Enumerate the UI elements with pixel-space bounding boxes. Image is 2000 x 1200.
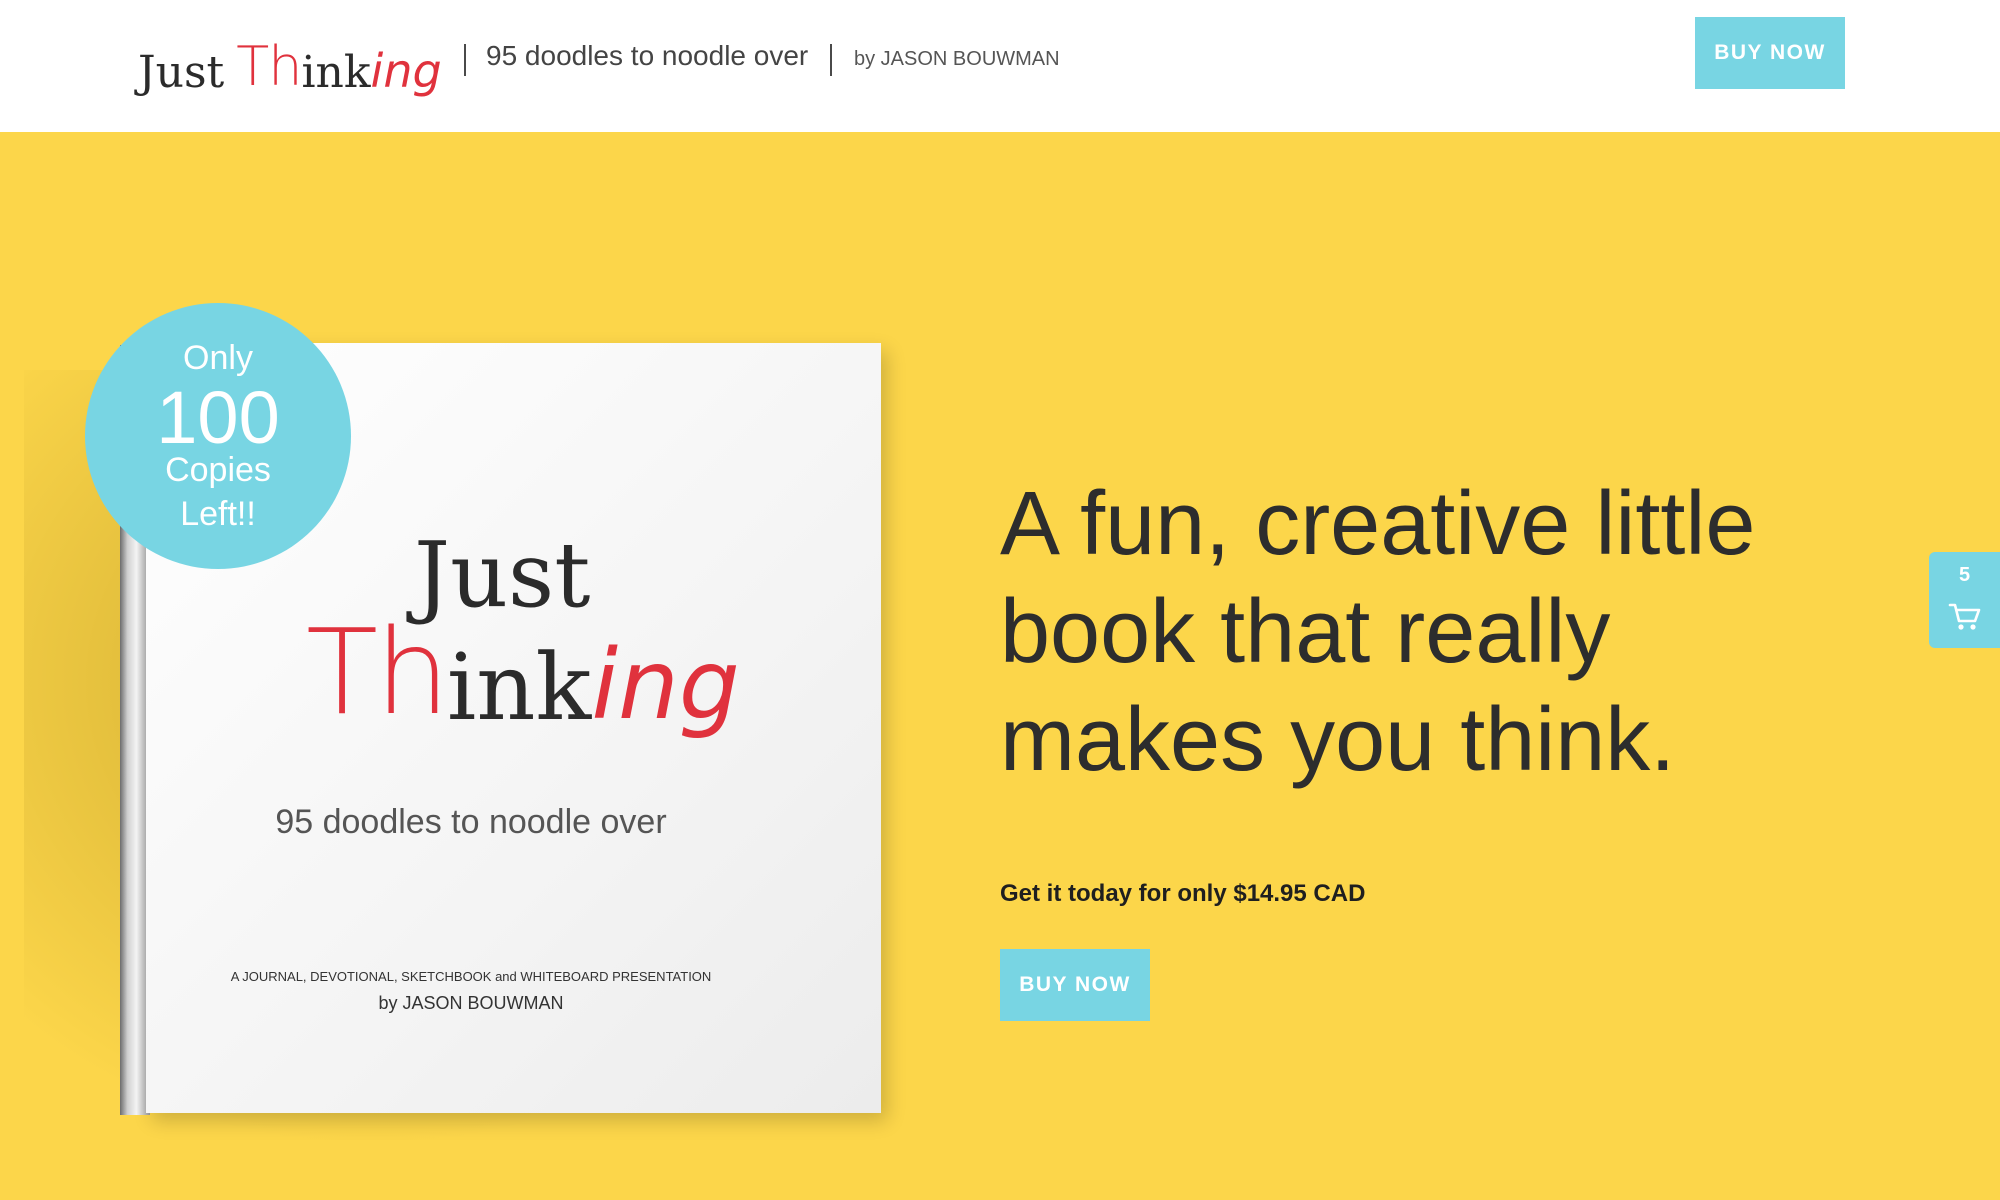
logo-th: Th [236,35,302,98]
hero-buy-now-button[interactable]: BUY NOW [1000,949,1150,1021]
cover-ink: ink [446,634,592,741]
cover-author: by JASON BOUWMAN [378,993,564,1013]
cover-th: Th [306,603,450,741]
cart-icon [1948,603,1981,630]
badge-line-only: Only [183,339,253,377]
badge-number: 100 [156,376,280,459]
header-byline: by JASON BOUWMAN [854,48,1060,70]
logo-just: Just [138,47,225,98]
header-tagline: 95 doodles to noodle over [486,40,809,71]
cover-subtitle: 95 doodles to noodle over [275,803,667,841]
hero-headline: A fun, creative little book that really … [1000,474,1756,790]
logo-ing: ing [370,44,442,98]
site-header: Just Th ink ing 95 doodles to noodle ove… [0,0,2000,132]
header-divider [464,44,466,76]
header-buy-now-button[interactable]: BUY NOW [1695,17,1845,89]
price-text: Get it today for only $14.95 CAD [1000,880,1366,907]
copies-left-badge: Only 100 Copies Left!! [85,303,351,569]
badge-line-left: Left!! [180,495,256,533]
cover-ing: ing [591,629,740,741]
logo-ink: ink [301,47,371,98]
site-logo[interactable]: Just Th ink ing [138,18,442,98]
cart-count: 5 [1958,564,1971,586]
header-divider [830,44,832,76]
cart-tab[interactable]: 5 [1929,552,2000,648]
cover-description: A JOURNAL, DEVOTIONAL, SKETCHBOOK and WH… [230,969,712,984]
badge-line-copies: Copies [165,451,271,489]
cover-title-thinking: Th ink ing [306,603,740,741]
